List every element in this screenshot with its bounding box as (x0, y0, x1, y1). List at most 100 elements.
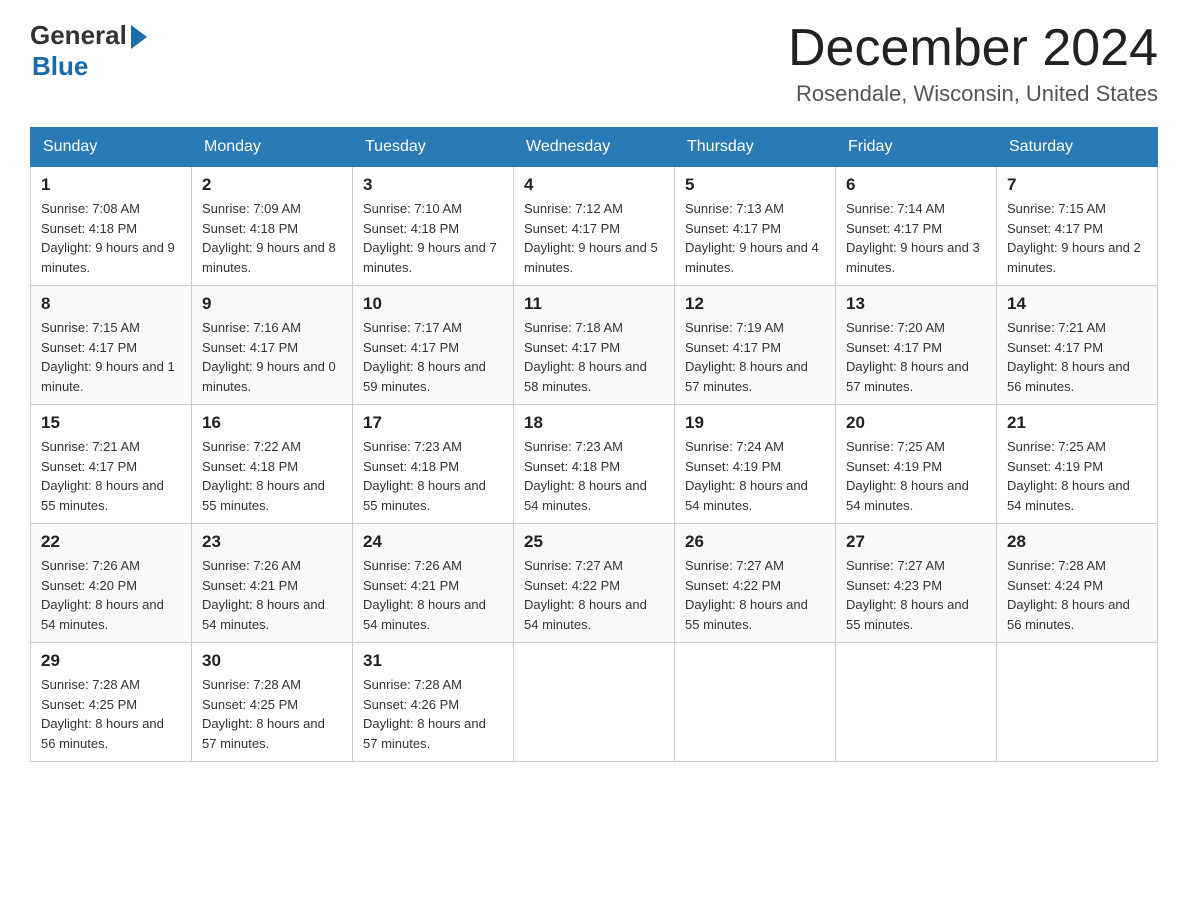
day-info: Sunrise: 7:09 AMSunset: 4:18 PMDaylight:… (202, 199, 342, 277)
day-number: 13 (846, 294, 986, 314)
calendar-cell (997, 643, 1158, 762)
col-tuesday: Tuesday (353, 128, 514, 167)
calendar-week-1: 1 Sunrise: 7:08 AMSunset: 4:18 PMDayligh… (31, 167, 1158, 286)
day-number: 10 (363, 294, 503, 314)
calendar-cell: 10 Sunrise: 7:17 AMSunset: 4:17 PMDaylig… (353, 286, 514, 405)
calendar-cell: 23 Sunrise: 7:26 AMSunset: 4:21 PMDaylig… (192, 524, 353, 643)
day-info: Sunrise: 7:20 AMSunset: 4:17 PMDaylight:… (846, 318, 986, 396)
calendar-cell: 29 Sunrise: 7:28 AMSunset: 4:25 PMDaylig… (31, 643, 192, 762)
day-info: Sunrise: 7:10 AMSunset: 4:18 PMDaylight:… (363, 199, 503, 277)
day-number: 22 (41, 532, 181, 552)
day-number: 7 (1007, 175, 1147, 195)
day-number: 21 (1007, 413, 1147, 433)
day-info: Sunrise: 7:17 AMSunset: 4:17 PMDaylight:… (363, 318, 503, 396)
day-number: 2 (202, 175, 342, 195)
day-number: 3 (363, 175, 503, 195)
calendar-cell: 20 Sunrise: 7:25 AMSunset: 4:19 PMDaylig… (836, 405, 997, 524)
col-sunday: Sunday (31, 128, 192, 167)
calendar-week-3: 15 Sunrise: 7:21 AMSunset: 4:17 PMDaylig… (31, 405, 1158, 524)
day-number: 12 (685, 294, 825, 314)
col-monday: Monday (192, 128, 353, 167)
calendar-cell: 3 Sunrise: 7:10 AMSunset: 4:18 PMDayligh… (353, 167, 514, 286)
page-header: General Blue December 2024 Rosendale, Wi… (30, 20, 1158, 107)
calendar-cell: 16 Sunrise: 7:22 AMSunset: 4:18 PMDaylig… (192, 405, 353, 524)
day-info: Sunrise: 7:15 AMSunset: 4:17 PMDaylight:… (41, 318, 181, 396)
calendar-cell: 13 Sunrise: 7:20 AMSunset: 4:17 PMDaylig… (836, 286, 997, 405)
calendar-cell: 6 Sunrise: 7:14 AMSunset: 4:17 PMDayligh… (836, 167, 997, 286)
day-info: Sunrise: 7:28 AMSunset: 4:25 PMDaylight:… (41, 675, 181, 753)
day-number: 17 (363, 413, 503, 433)
day-info: Sunrise: 7:28 AMSunset: 4:25 PMDaylight:… (202, 675, 342, 753)
day-number: 16 (202, 413, 342, 433)
calendar-cell: 28 Sunrise: 7:28 AMSunset: 4:24 PMDaylig… (997, 524, 1158, 643)
title-area: December 2024 Rosendale, Wisconsin, Unit… (788, 20, 1158, 107)
calendar-cell: 2 Sunrise: 7:09 AMSunset: 4:18 PMDayligh… (192, 167, 353, 286)
day-info: Sunrise: 7:27 AMSunset: 4:22 PMDaylight:… (685, 556, 825, 634)
calendar-header-row: Sunday Monday Tuesday Wednesday Thursday… (31, 128, 1158, 167)
calendar-cell: 8 Sunrise: 7:15 AMSunset: 4:17 PMDayligh… (31, 286, 192, 405)
location-subtitle: Rosendale, Wisconsin, United States (788, 81, 1158, 107)
calendar-table: Sunday Monday Tuesday Wednesday Thursday… (30, 127, 1158, 762)
day-number: 14 (1007, 294, 1147, 314)
day-number: 8 (41, 294, 181, 314)
calendar-cell: 11 Sunrise: 7:18 AMSunset: 4:17 PMDaylig… (514, 286, 675, 405)
day-info: Sunrise: 7:15 AMSunset: 4:17 PMDaylight:… (1007, 199, 1147, 277)
day-info: Sunrise: 7:26 AMSunset: 4:20 PMDaylight:… (41, 556, 181, 634)
day-info: Sunrise: 7:23 AMSunset: 4:18 PMDaylight:… (363, 437, 503, 515)
day-number: 4 (524, 175, 664, 195)
calendar-cell: 24 Sunrise: 7:26 AMSunset: 4:21 PMDaylig… (353, 524, 514, 643)
day-number: 1 (41, 175, 181, 195)
day-number: 5 (685, 175, 825, 195)
day-info: Sunrise: 7:13 AMSunset: 4:17 PMDaylight:… (685, 199, 825, 277)
calendar-cell (514, 643, 675, 762)
calendar-cell: 17 Sunrise: 7:23 AMSunset: 4:18 PMDaylig… (353, 405, 514, 524)
calendar-cell: 30 Sunrise: 7:28 AMSunset: 4:25 PMDaylig… (192, 643, 353, 762)
col-wednesday: Wednesday (514, 128, 675, 167)
day-number: 23 (202, 532, 342, 552)
day-info: Sunrise: 7:26 AMSunset: 4:21 PMDaylight:… (363, 556, 503, 634)
calendar-week-2: 8 Sunrise: 7:15 AMSunset: 4:17 PMDayligh… (31, 286, 1158, 405)
day-number: 18 (524, 413, 664, 433)
day-number: 11 (524, 294, 664, 314)
day-info: Sunrise: 7:21 AMSunset: 4:17 PMDaylight:… (1007, 318, 1147, 396)
calendar-cell: 18 Sunrise: 7:23 AMSunset: 4:18 PMDaylig… (514, 405, 675, 524)
calendar-cell: 21 Sunrise: 7:25 AMSunset: 4:19 PMDaylig… (997, 405, 1158, 524)
day-info: Sunrise: 7:22 AMSunset: 4:18 PMDaylight:… (202, 437, 342, 515)
calendar-cell (675, 643, 836, 762)
day-number: 24 (363, 532, 503, 552)
day-info: Sunrise: 7:27 AMSunset: 4:23 PMDaylight:… (846, 556, 986, 634)
col-friday: Friday (836, 128, 997, 167)
logo-general-text: General (30, 20, 127, 51)
day-info: Sunrise: 7:18 AMSunset: 4:17 PMDaylight:… (524, 318, 664, 396)
calendar-cell: 27 Sunrise: 7:27 AMSunset: 4:23 PMDaylig… (836, 524, 997, 643)
calendar-cell: 1 Sunrise: 7:08 AMSunset: 4:18 PMDayligh… (31, 167, 192, 286)
day-number: 20 (846, 413, 986, 433)
calendar-cell: 19 Sunrise: 7:24 AMSunset: 4:19 PMDaylig… (675, 405, 836, 524)
day-info: Sunrise: 7:12 AMSunset: 4:17 PMDaylight:… (524, 199, 664, 277)
day-number: 28 (1007, 532, 1147, 552)
calendar-week-4: 22 Sunrise: 7:26 AMSunset: 4:20 PMDaylig… (31, 524, 1158, 643)
calendar-cell: 7 Sunrise: 7:15 AMSunset: 4:17 PMDayligh… (997, 167, 1158, 286)
calendar-cell: 9 Sunrise: 7:16 AMSunset: 4:17 PMDayligh… (192, 286, 353, 405)
day-info: Sunrise: 7:24 AMSunset: 4:19 PMDaylight:… (685, 437, 825, 515)
day-info: Sunrise: 7:14 AMSunset: 4:17 PMDaylight:… (846, 199, 986, 277)
col-saturday: Saturday (997, 128, 1158, 167)
logo-blue-text: Blue (32, 51, 88, 82)
calendar-cell: 12 Sunrise: 7:19 AMSunset: 4:17 PMDaylig… (675, 286, 836, 405)
day-info: Sunrise: 7:28 AMSunset: 4:24 PMDaylight:… (1007, 556, 1147, 634)
calendar-week-5: 29 Sunrise: 7:28 AMSunset: 4:25 PMDaylig… (31, 643, 1158, 762)
day-number: 30 (202, 651, 342, 671)
day-info: Sunrise: 7:23 AMSunset: 4:18 PMDaylight:… (524, 437, 664, 515)
day-info: Sunrise: 7:16 AMSunset: 4:17 PMDaylight:… (202, 318, 342, 396)
day-number: 27 (846, 532, 986, 552)
day-info: Sunrise: 7:19 AMSunset: 4:17 PMDaylight:… (685, 318, 825, 396)
day-info: Sunrise: 7:21 AMSunset: 4:17 PMDaylight:… (41, 437, 181, 515)
calendar-cell: 22 Sunrise: 7:26 AMSunset: 4:20 PMDaylig… (31, 524, 192, 643)
day-number: 15 (41, 413, 181, 433)
month-year-title: December 2024 (788, 20, 1158, 77)
calendar-cell: 5 Sunrise: 7:13 AMSunset: 4:17 PMDayligh… (675, 167, 836, 286)
day-info: Sunrise: 7:25 AMSunset: 4:19 PMDaylight:… (846, 437, 986, 515)
calendar-cell: 4 Sunrise: 7:12 AMSunset: 4:17 PMDayligh… (514, 167, 675, 286)
day-number: 6 (846, 175, 986, 195)
day-number: 19 (685, 413, 825, 433)
